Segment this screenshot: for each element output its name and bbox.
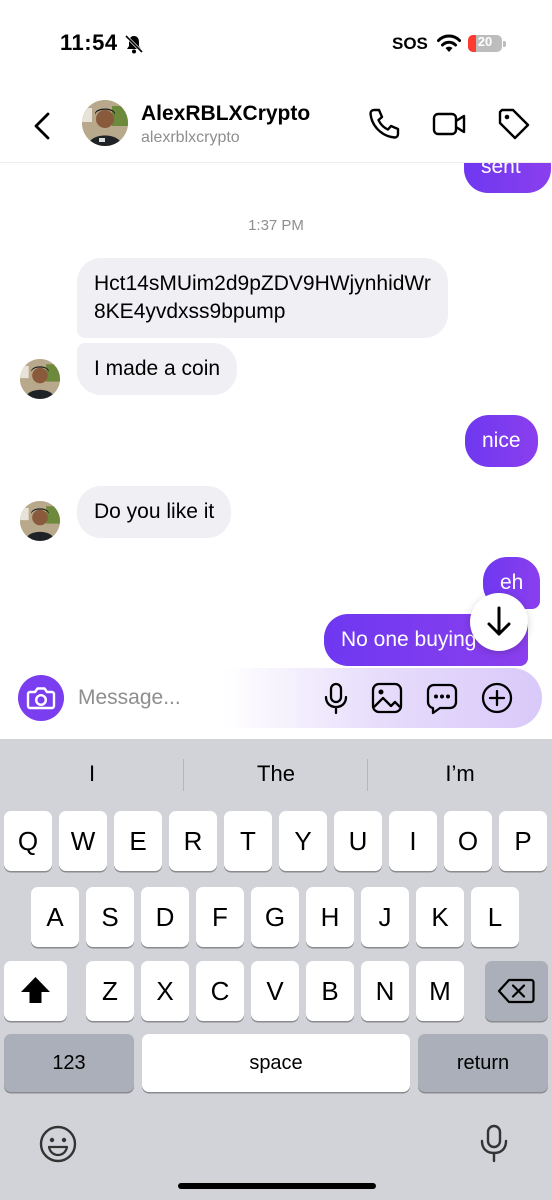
key-y[interactable]: Y — [279, 811, 327, 871]
message-text: Hct14sMUim2d9pZDV9HWjynhidWr — [94, 272, 431, 295]
back-icon[interactable] — [28, 108, 60, 144]
avatar[interactable] — [20, 359, 60, 399]
message-thread[interactable]: sent 1:37 PM Hct14sMUim2d9pZDV9HWjynhidW… — [0, 163, 552, 739]
contact-handle[interactable]: alexrblxcrypto — [141, 129, 240, 147]
mic-icon[interactable] — [318, 680, 354, 716]
backspace-key[interactable] — [485, 961, 548, 1021]
message-text: nice — [482, 429, 521, 452]
home-indicator[interactable] — [178, 1183, 376, 1189]
key-v[interactable]: V — [251, 961, 299, 1021]
suggestion[interactable]: I — [0, 739, 184, 809]
key-r[interactable]: R — [169, 811, 217, 871]
message-bubble-in[interactable]: Hct14sMUim2d9pZDV9HWjynhidWr 8KE4yvdxss9… — [77, 258, 448, 338]
key-u[interactable]: U — [334, 811, 382, 871]
key-s[interactable]: S — [86, 887, 134, 947]
tag-icon[interactable] — [496, 106, 532, 142]
key-k[interactable]: K — [416, 887, 464, 947]
gallery-icon[interactable] — [369, 680, 405, 716]
status-time: 11:54 — [60, 30, 118, 55]
avatar[interactable] — [20, 501, 60, 541]
message-bubble-in[interactable]: Do you like it — [77, 486, 232, 538]
timestamp: 1:37 PM — [248, 217, 304, 234]
space-key[interactable]: space — [142, 1034, 410, 1092]
key-w[interactable]: W — [59, 811, 107, 871]
avatar[interactable] — [82, 100, 128, 146]
return-key[interactable]: return — [418, 1034, 548, 1092]
key-h[interactable]: H — [306, 887, 354, 947]
key-l[interactable]: L — [471, 887, 519, 947]
camera-button[interactable] — [18, 675, 64, 721]
arrow-down-icon — [487, 606, 511, 636]
key-z[interactable]: Z — [86, 961, 134, 1021]
message-text: eh — [500, 571, 524, 594]
predictive-bar: I The I’m — [0, 739, 552, 809]
key-d[interactable]: D — [141, 887, 189, 947]
dictation-icon[interactable] — [474, 1122, 514, 1166]
message-text: I made a coin — [94, 357, 221, 380]
key-q[interactable]: Q — [4, 811, 52, 871]
key-a[interactable]: A — [31, 887, 79, 947]
shift-icon — [21, 977, 50, 1003]
wifi-icon — [437, 34, 461, 52]
sticker-icon[interactable] — [424, 680, 460, 716]
message-composer — [12, 668, 542, 728]
numbers-key[interactable]: 123 — [4, 1034, 134, 1092]
bell-off-icon — [124, 34, 144, 54]
scroll-to-bottom-button[interactable] — [470, 593, 528, 651]
message-input[interactable] — [78, 668, 298, 728]
key-i[interactable]: I — [389, 811, 437, 871]
message-text: sent — [481, 163, 521, 178]
message-bubble-out[interactable]: nice — [465, 415, 538, 467]
phone-icon[interactable] — [366, 106, 402, 142]
battery-level: 20 — [477, 34, 493, 49]
key-e[interactable]: E — [114, 811, 162, 871]
emoji-icon[interactable] — [38, 1124, 78, 1164]
key-o[interactable]: O — [444, 811, 492, 871]
message-text: Do you like it — [94, 500, 215, 523]
message-text: 8KE4yvdxss9bpump — [94, 300, 286, 323]
contact-name[interactable]: AlexRBLXCrypto — [141, 102, 310, 126]
suggestion[interactable]: The — [184, 739, 368, 809]
key-c[interactable]: C — [196, 961, 244, 1021]
key-n[interactable]: N — [361, 961, 409, 1021]
video-icon[interactable] — [431, 106, 467, 142]
key-b[interactable]: B — [306, 961, 354, 1021]
key-x[interactable]: X — [141, 961, 189, 1021]
battery-icon: 20 — [468, 33, 508, 55]
status-bar: 11:54 SOS 20 — [0, 0, 552, 90]
key-j[interactable]: J — [361, 887, 409, 947]
backspace-icon — [497, 978, 535, 1004]
suggestion[interactable]: I’m — [368, 739, 552, 809]
key-m[interactable]: M — [416, 961, 464, 1021]
plus-icon[interactable] — [479, 680, 515, 716]
key-p[interactable]: P — [499, 811, 547, 871]
key-f[interactable]: F — [196, 887, 244, 947]
sos-indicator: SOS — [392, 34, 428, 53]
chat-header: AlexRBLXCrypto alexrblxcrypto — [0, 90, 552, 163]
key-g[interactable]: G — [251, 887, 299, 947]
message-bubble-in[interactable]: I made a coin — [77, 343, 238, 395]
message-bubble-out[interactable]: sent — [464, 163, 551, 193]
key-t[interactable]: T — [224, 811, 272, 871]
keyboard: I The I’m Q W E R T Y U I O P A S D F G … — [0, 739, 552, 1200]
shift-key[interactable] — [4, 961, 67, 1021]
camera-icon — [26, 687, 56, 710]
